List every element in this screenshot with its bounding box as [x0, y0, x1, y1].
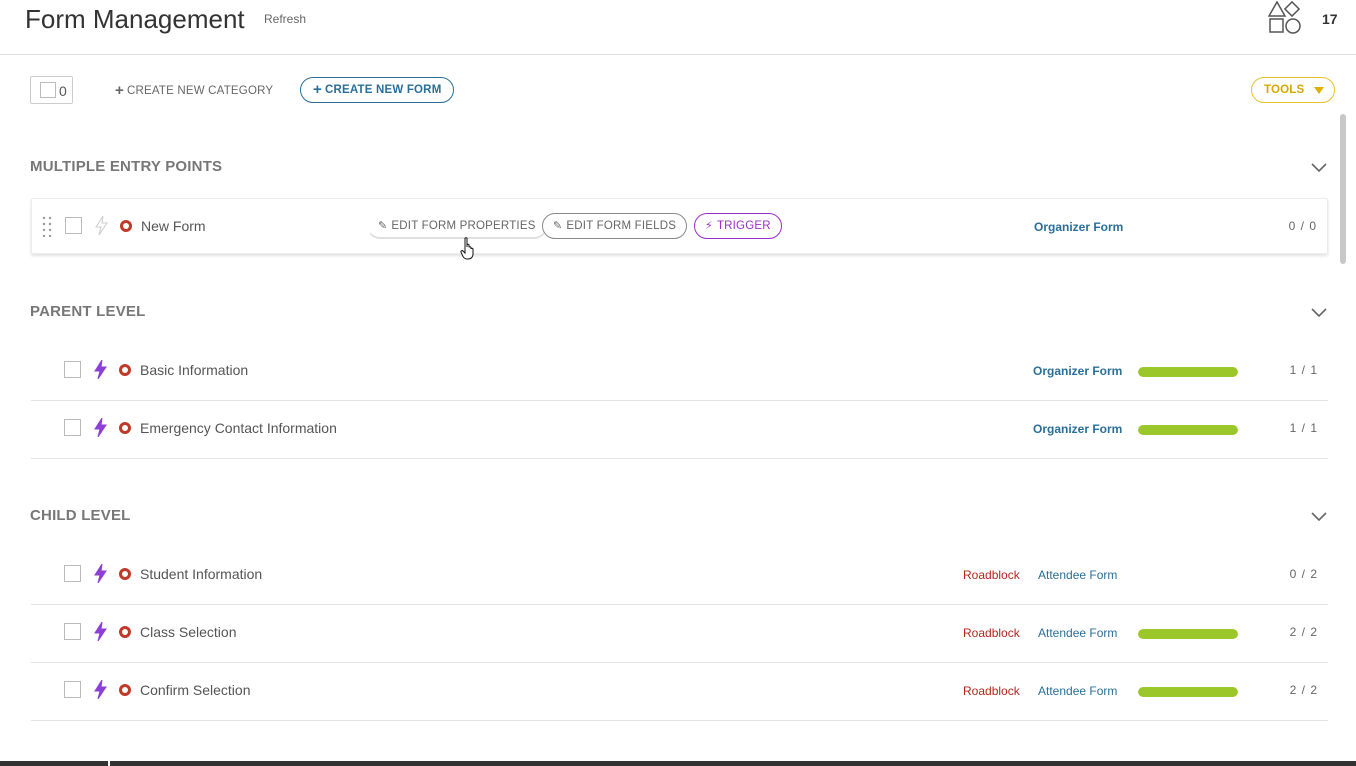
completion-count: 0 / 0	[1288, 219, 1317, 233]
chevron-down-icon[interactable]	[1311, 512, 1327, 522]
completion-count: 2 / 2	[1289, 683, 1318, 697]
status-ring-icon	[119, 568, 131, 580]
form-type-link[interactable]: Organizer Form	[1033, 422, 1122, 436]
lightning-bolt-icon[interactable]	[94, 360, 107, 379]
form-row-confirm-selection[interactable]: Confirm Selection Roadblock Attendee Form 2…	[31, 663, 1328, 721]
select-all-control[interactable]: 0	[30, 76, 73, 104]
drag-handle-icon[interactable]	[41, 215, 53, 237]
roadblock-label: Roadblock	[963, 684, 1020, 698]
trigger-button[interactable]: ⚡ TRIGGER	[694, 213, 782, 239]
page-header: Form Management Refresh 17	[0, 0, 1356, 55]
scrollbar[interactable]	[1340, 114, 1346, 264]
caret-down-icon	[1314, 87, 1324, 94]
form-name[interactable]: Basic Information	[140, 362, 248, 378]
chevron-down-icon[interactable]	[1311, 308, 1327, 318]
progress-bar-fill	[1138, 687, 1238, 697]
form-name[interactable]: Confirm Selection	[140, 682, 251, 698]
form-row-student-information[interactable]: Student Information Roadblock Attendee For…	[31, 547, 1328, 605]
edit-form-fields-button[interactable]: ✎ EDIT FORM FIELDS	[542, 213, 688, 239]
progress-bar	[1138, 629, 1238, 639]
section-title: MULTIPLE ENTRY POINTS	[30, 158, 223, 175]
status-ring-icon	[119, 684, 131, 696]
create-category-button[interactable]: + CREATE NEW CATEGORY	[115, 82, 273, 99]
refresh-link[interactable]: Refresh	[264, 12, 306, 26]
page-title: Form Management	[25, 4, 245, 34]
form-name[interactable]: Class Selection	[140, 624, 237, 640]
toolbar: 0 + CREATE NEW CATEGORY + CREATE NEW FORM …	[0, 76, 1356, 106]
progress-bar-fill	[1138, 629, 1238, 639]
edit-form-properties-button[interactable]: ✎ EDIT FORM PROPERTIES	[367, 213, 547, 239]
completion-count: 2 / 2	[1289, 625, 1318, 639]
lightning-bolt-icon[interactable]	[95, 216, 108, 235]
roadblock-label: Roadblock	[963, 626, 1020, 640]
row-checkbox[interactable]	[64, 361, 81, 378]
status-ring-icon	[119, 422, 131, 434]
row-checkbox[interactable]	[64, 419, 81, 436]
form-category-list: MULTIPLE ENTRY POINTS New Form ✎ EDIT FORM …	[0, 110, 1340, 760]
pencil-icon: ✎	[553, 220, 563, 232]
completion-count: 1 / 1	[1289, 421, 1318, 435]
form-type-link[interactable]: Attendee Form	[1038, 626, 1117, 640]
form-name[interactable]: Student Information	[140, 566, 262, 582]
form-type-link[interactable]: Organizer Form	[1033, 364, 1122, 378]
lightning-bolt-icon: ⚡	[705, 220, 713, 232]
section-title: PARENT LEVEL	[30, 303, 146, 320]
form-row-emergency-contact-information[interactable]: Emergency Contact Information Organizer F…	[31, 401, 1328, 459]
header-count: 17	[1322, 11, 1338, 27]
create-form-button[interactable]: + CREATE NEW FORM	[300, 77, 455, 103]
progress-bar	[1138, 367, 1238, 377]
progress-bar-fill	[1138, 425, 1238, 435]
progress-bar	[1138, 687, 1238, 697]
bottom-bar	[0, 761, 1356, 766]
create-category-label: CREATE NEW CATEGORY	[126, 85, 274, 97]
completion-count: 0 / 2	[1289, 567, 1318, 581]
form-name[interactable]: New Form	[141, 218, 206, 234]
status-ring-icon	[119, 626, 131, 638]
row-checkbox[interactable]	[64, 681, 81, 698]
selected-count: 0	[59, 83, 67, 99]
tools-label: TOOLS	[1264, 84, 1305, 96]
chevron-down-icon[interactable]	[1311, 163, 1327, 173]
plus-icon: +	[313, 81, 322, 98]
row-checkbox[interactable]	[64, 565, 81, 582]
form-type-link[interactable]: Attendee Form	[1038, 684, 1117, 698]
progress-bar	[1138, 425, 1238, 435]
lightning-bolt-icon[interactable]	[94, 680, 107, 699]
shapes-icon[interactable]	[1268, 1, 1302, 35]
hand-cursor-icon	[460, 237, 474, 260]
progress-bar-fill	[1138, 367, 1238, 377]
form-row-basic-information[interactable]: Basic Information Organizer Form 1 / 1	[31, 343, 1328, 401]
form-row-class-selection[interactable]: Class Selection Roadblock Attendee Form 2 /…	[31, 605, 1328, 663]
form-row-new-form[interactable]: New Form ✎ EDIT FORM PROPERTIES ✎ EDIT FORM …	[31, 198, 1328, 254]
row-checkbox[interactable]	[64, 623, 81, 640]
select-all-checkbox[interactable]	[40, 82, 56, 98]
roadblock-label: Roadblock	[963, 568, 1020, 582]
lightning-bolt-icon[interactable]	[94, 418, 107, 437]
tools-dropdown-button[interactable]: TOOLS	[1251, 77, 1335, 103]
section-title: CHILD LEVEL	[30, 507, 131, 524]
completion-count: 1 / 1	[1289, 363, 1318, 377]
lightning-bolt-icon[interactable]	[94, 564, 107, 583]
status-ring-icon	[120, 220, 132, 232]
status-ring-icon	[119, 364, 131, 376]
form-type-link[interactable]: Organizer Form	[1034, 220, 1123, 234]
create-form-label: CREATE NEW FORM	[324, 84, 442, 96]
lightning-bolt-icon[interactable]	[94, 622, 107, 641]
row-checkbox[interactable]	[65, 217, 82, 234]
form-type-link[interactable]: Attendee Form	[1038, 568, 1117, 582]
form-name[interactable]: Emergency Contact Information	[140, 420, 337, 436]
plus-icon: +	[115, 82, 124, 99]
pencil-icon: ✎	[378, 220, 388, 232]
